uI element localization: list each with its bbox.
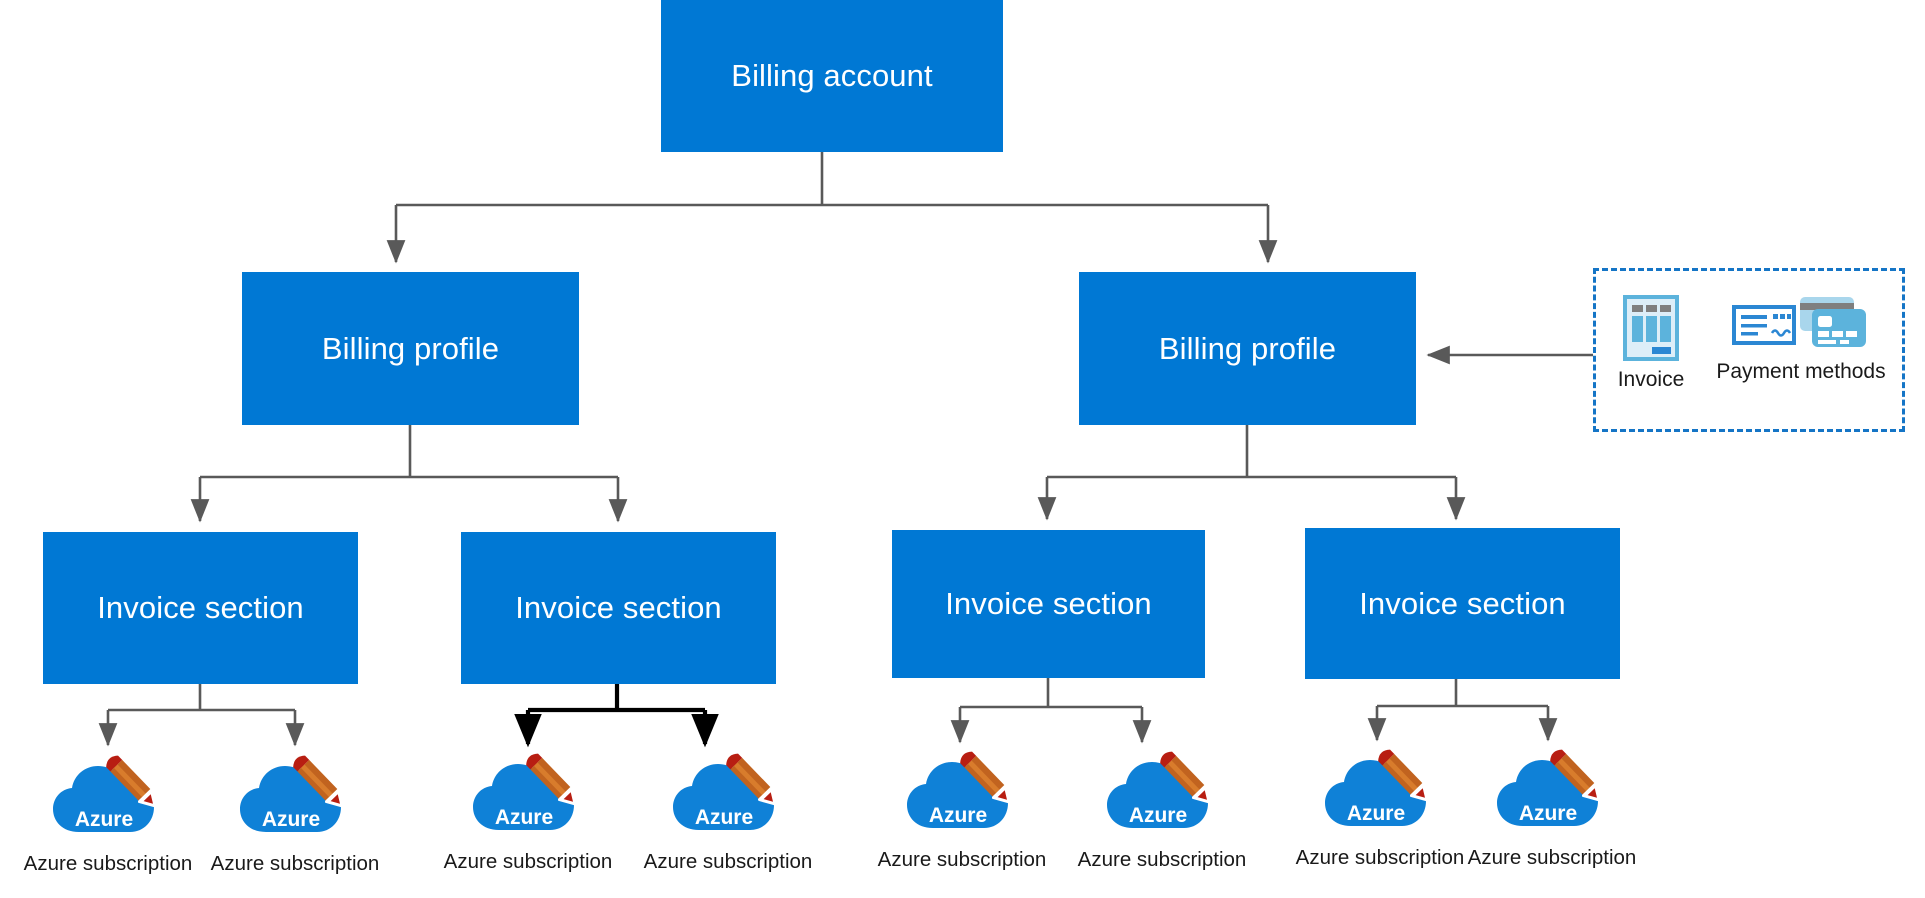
- azure-subscription-icon: Azure: [1497, 749, 1601, 826]
- azure-badge-text: Azure: [262, 808, 320, 831]
- payment-methods-icon-group: [1732, 295, 1870, 353]
- node-invoice-section-3-label: Invoice section: [945, 586, 1152, 622]
- azure-subscription-icon: Azure: [673, 753, 777, 830]
- connector-profile1-to-sections: [190, 425, 628, 523]
- node-billing-profile-1[interactable]: Billing profile: [242, 272, 579, 425]
- connector-section1-to-subscriptions: [98, 684, 305, 747]
- subscription-3-label: Azure subscription: [443, 850, 613, 873]
- node-invoice-section-2[interactable]: Invoice section: [461, 532, 776, 684]
- subscription-8[interactable]: Azure Azure subscription: [1442, 742, 1662, 870]
- payment-panel-invoice-item[interactable]: Invoice: [1599, 295, 1703, 392]
- payment-panel-methods-item[interactable]: Payment methods: [1703, 295, 1899, 384]
- azure-badge-text: Azure: [75, 808, 133, 831]
- subscription-6[interactable]: Azure Azure subscription: [1052, 744, 1272, 872]
- subscription-5-label: Azure subscription: [877, 848, 1047, 871]
- billing-hierarchy-diagram: Billing account Billing profile Billing …: [0, 0, 1925, 898]
- payment-panel: Invoice Payment methods: [1593, 268, 1905, 432]
- azure-badge-text: Azure: [695, 806, 753, 829]
- credit-cards-icon: [1800, 297, 1866, 347]
- subscription-2-label: Azure subscription: [210, 852, 380, 875]
- node-billing-profile-2[interactable]: Billing profile: [1079, 272, 1416, 425]
- node-invoice-section-1-label: Invoice section: [97, 590, 304, 626]
- azure-badge-text: Azure: [929, 804, 987, 827]
- connector-profile2-to-sections: [1037, 425, 1466, 521]
- azure-badge-text: Azure: [1129, 804, 1187, 827]
- connector-section4-to-subscriptions: [1367, 679, 1558, 742]
- azure-subscription-icon: Azure: [1325, 749, 1429, 826]
- azure-badge-text: Azure: [495, 806, 553, 829]
- payment-panel-methods-label: Payment methods: [1716, 360, 1886, 383]
- subscription-2[interactable]: Azure Azure subscription: [185, 748, 405, 876]
- node-billing-profile-2-label: Billing profile: [1158, 330, 1337, 366]
- subscription-5[interactable]: Azure Azure subscription: [852, 744, 1072, 872]
- azure-subscription-icon: Azure: [1107, 751, 1211, 828]
- subscription-7-label: Azure subscription: [1295, 846, 1465, 869]
- node-invoice-section-3[interactable]: Invoice section: [892, 530, 1205, 678]
- subscription-8-label: Azure subscription: [1467, 846, 1637, 869]
- azure-badge-text: Azure: [1347, 802, 1405, 825]
- subscription-4[interactable]: Azure Azure subscription: [618, 746, 838, 874]
- subscription-1-label: Azure subscription: [23, 852, 193, 875]
- subscription-4-label: Azure subscription: [643, 850, 813, 873]
- azure-subscription-icon: Azure: [53, 755, 157, 832]
- invoice-document-icon: [1623, 295, 1679, 361]
- azure-badge-text: Azure: [1519, 802, 1577, 825]
- node-invoice-section-4-label: Invoice section: [1359, 585, 1566, 621]
- node-billing-account-label: Billing account: [731, 58, 933, 94]
- connector-section3-to-subscriptions: [950, 678, 1152, 744]
- subscription-3[interactable]: Azure Azure subscription: [418, 746, 638, 874]
- azure-subscription-icon: Azure: [473, 753, 577, 830]
- connector-section2-to-subscriptions: [514, 684, 719, 748]
- node-invoice-section-4[interactable]: Invoice section: [1305, 528, 1620, 679]
- azure-subscription-icon: Azure: [907, 751, 1011, 828]
- connector-account-to-profiles: [386, 152, 1278, 264]
- azure-subscription-icon: Azure: [240, 755, 344, 832]
- node-invoice-section-2-label: Invoice section: [515, 590, 722, 626]
- payment-panel-invoice-label: Invoice: [1617, 368, 1685, 391]
- payment-methods-icon: [1732, 305, 1796, 345]
- subscription-6-label: Azure subscription: [1077, 848, 1247, 871]
- node-billing-account[interactable]: Billing account: [661, 0, 1003, 152]
- node-billing-profile-1-label: Billing profile: [321, 330, 500, 366]
- node-invoice-section-1[interactable]: Invoice section: [43, 532, 358, 684]
